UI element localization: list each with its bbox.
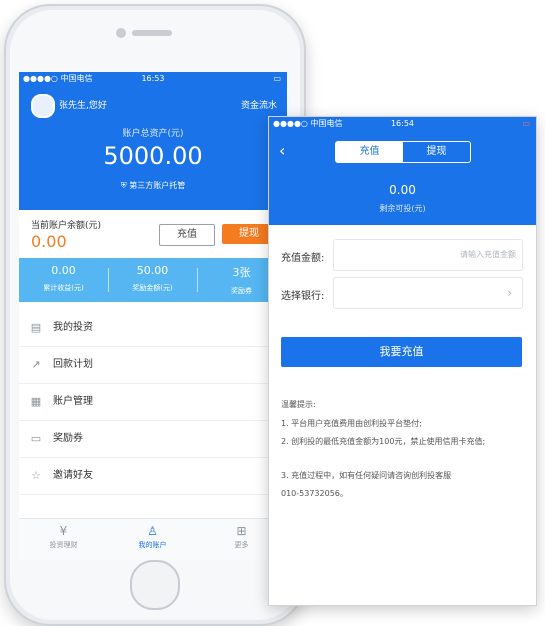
tab-my-account[interactable]: ♙ 我的账户 (108, 519, 197, 560)
speaker (132, 30, 172, 36)
tip-item: 3. 充值过程中，如有任何疑问请咨询创利投客服 (281, 471, 452, 480)
greeting: 张先生,您好 (59, 101, 107, 111)
menu-item-account-management[interactable]: ▦ 账户管理 (19, 384, 287, 421)
stat-earnings[interactable]: 0.00 累计收益(元) (19, 258, 108, 302)
menu-item-investments[interactable]: ▤ 我的投资 (19, 310, 287, 347)
amount-placeholder: 请输入充值金额 (460, 250, 516, 259)
battery-icon: ▭ (273, 74, 281, 83)
bank-select[interactable]: › (333, 277, 523, 309)
camera (116, 28, 126, 38)
stat-label: 累计收益(元) (43, 284, 84, 292)
menu-item-repayment-plan[interactable]: ↗ 回款计划 (19, 347, 287, 384)
account-icon: ▦ (30, 395, 42, 408)
stat-value: 0.00 (51, 264, 76, 277)
stat-label: 奖励金额(元) (132, 284, 173, 292)
available-amount-label: 剩余可投(元) (379, 204, 426, 213)
total-assets-value: 5000.00 (103, 142, 203, 170)
tab-label: 投资理财 (49, 541, 78, 549)
balance-label: 当前账户余额(元) (31, 221, 102, 231)
tab-label: 我的账户 (138, 541, 167, 549)
menu-item-label: 我的投资 (53, 322, 93, 333)
tab-bar: ¥ 投资理财 ♙ 我的账户 ⊞ 更多 (19, 518, 287, 560)
submit-recharge-button[interactable]: 我要充值 (281, 337, 522, 367)
left-screen: ●●●●○ 中国电信 16:53 ▭ 张先生,您好 资金流水 账户总资产(元) … (19, 72, 287, 560)
balance-value: 0.00 (31, 232, 67, 251)
tab-recharge[interactable]: 充值 (336, 142, 403, 162)
amount-input[interactable]: 请输入充值金额 (333, 239, 523, 271)
stats-bar: 0.00 累计收益(元) 50.00 奖励金额(元) 3张 奖励券 (19, 258, 287, 302)
shield-icon: ⛨ (120, 181, 130, 190)
trustee-label: 第三方账户托管 (129, 181, 186, 190)
plan-icon: ↗ (31, 358, 41, 371)
tab-invest[interactable]: ¥ 投资理财 (19, 519, 108, 560)
menu-item-label: 奖励券 (53, 433, 83, 444)
chevron-right-icon: › (507, 286, 512, 300)
clock: 16:54 (390, 119, 415, 128)
tip-item: 2. 创利投的最低充值金额为100元，禁止使用信用卡充值; (281, 437, 486, 446)
recharge-screen: ●●●●○ 中国电信 16:54 ▭ ‹ 充值 提现 0.00 剩余可投(元) … (268, 116, 537, 606)
bank-field-label: 选择银行: (281, 291, 325, 302)
tab-withdraw[interactable]: 提现 (403, 142, 470, 162)
avatar[interactable] (31, 94, 55, 118)
tip-item: 010-53732056。 (281, 489, 348, 498)
user-icon: ♙ (147, 524, 158, 538)
stat-value: 50.00 (136, 264, 169, 277)
total-assets-label: 账户总资产(元) (122, 129, 184, 139)
tip-item: 1. 平台用户充值费用由创利投平台垫付; (281, 419, 422, 428)
clock: 16:53 (141, 74, 165, 83)
recharge-button[interactable]: 充值 (159, 224, 215, 246)
back-chevron-icon[interactable]: ‹ (279, 141, 285, 160)
available-amount: 0.00 (389, 183, 416, 197)
menu-item-label: 账户管理 (53, 396, 93, 407)
stat-reward-amount[interactable]: 50.00 奖励金额(元) (108, 258, 197, 302)
status-bar: ●●●●○ 中国电信 16:54 ▭ (269, 117, 536, 131)
segment-control: 充值 提现 (335, 141, 471, 163)
investment-icon: ▤ (30, 321, 42, 334)
menu-item-invite-friends[interactable]: ☆ 邀请好友 (19, 458, 287, 495)
menu-item-label: 邀请好友 (53, 470, 93, 481)
fund-flow-link[interactable]: 资金流水 (241, 98, 277, 111)
menu-item-coupons[interactable]: ▭ 奖励券 (19, 421, 287, 458)
home-button[interactable] (130, 560, 180, 610)
invite-icon: ☆ (31, 469, 41, 482)
coupon-icon: ▭ (30, 432, 42, 445)
menu-item-label: 回款计划 (53, 359, 93, 370)
amount-field-label: 充值金额: (281, 253, 325, 264)
yen-icon: ¥ (59, 524, 68, 538)
account-menu: ▤ 我的投资 ↗ 回款计划 ▦ 账户管理 ▭ 奖励券 ☆ 邀请好友 (19, 310, 287, 495)
tips-title: 温馨提示: (281, 400, 316, 409)
status-bar: ●●●●○ 中国电信 16:53 ▭ (19, 72, 287, 86)
trustee-badge: ⛨ 第三方账户托管 (19, 180, 287, 191)
battery-icon: ▭ (522, 119, 530, 128)
